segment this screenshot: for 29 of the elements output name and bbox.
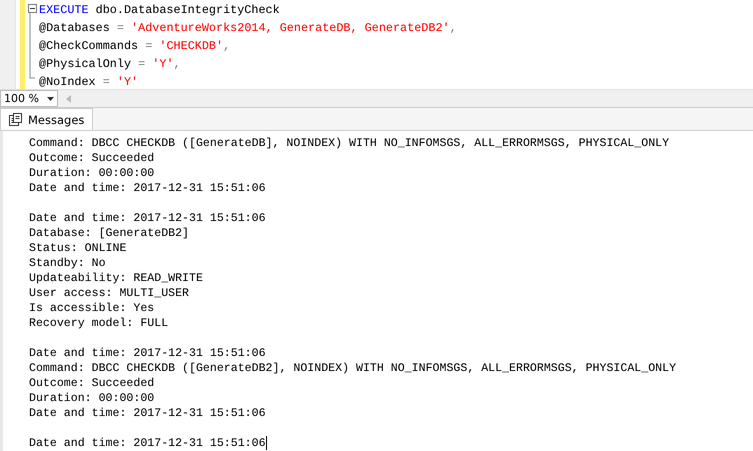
- message-line: Outcome: Succeeded: [29, 376, 154, 391]
- messages-tab[interactable]: Messages: [0, 108, 94, 130]
- outline-bracket: [29, 13, 35, 79]
- messages-icon: [9, 113, 22, 126]
- message-line: Date and time: 2017-12-31 15:51:06: [29, 436, 267, 451]
- message-line: Duration: 00:00:00: [29, 391, 154, 406]
- message-line: Recovery model: FULL: [29, 316, 168, 331]
- message-line: Database: [GenerateDB2]: [29, 226, 190, 241]
- code-line: EXECUTE dbo.DatabaseIntegrityCheck: [39, 2, 280, 19]
- collapse-icon[interactable]: [28, 4, 36, 13]
- message-line: Date and time: 2017-12-31 15:51:06: [29, 211, 266, 226]
- message-line: Status: ONLINE: [29, 241, 126, 256]
- zoom-dropdown[interactable]: 100 %: [0, 90, 58, 107]
- message-line: Command: DBCC CHECKDB ([GenerateDB], NOINDEX) WITH NO_INFOMSGS, ALL_ERRORMSGS, PHYSICAL_ONLY: [29, 136, 670, 151]
- message-line: Duration: 00:00:00: [29, 166, 154, 181]
- message-line: Date and time: 2017-12-31 15:51:06: [29, 346, 266, 361]
- code-line: @Databases = 'AdventureWorks2014, GenerateDB, GenerateDB2',: [39, 20, 457, 37]
- message-line: Date and time: 2017-12-31 15:51:06: [29, 406, 266, 421]
- code-line: @NoIndex = 'Y': [39, 74, 138, 91]
- message-line: Is accessible: Yes: [29, 301, 154, 316]
- message-line: User access: MULTI_USER: [29, 286, 190, 301]
- message-line: Outcome: Succeeded: [29, 151, 154, 166]
- code-line: @PhysicalOnly = 'Y',: [39, 56, 181, 73]
- message-line: Standby: No: [29, 256, 106, 271]
- message-line: Date and time: 2017-12-31 15:51:06: [29, 181, 266, 196]
- caret-icon: [47, 96, 54, 100]
- message-line: Updateability: READ_WRITE: [29, 271, 203, 286]
- code-line: @CheckCommands = 'CHECKDB',: [39, 38, 230, 55]
- message-line: Command: DBCC CHECKDB ([GenerateDB2], NOINDEX) WITH NO_INFOMSGS, ALL_ERRORMSGS, PHYSICAL_ONLY: [29, 361, 676, 376]
